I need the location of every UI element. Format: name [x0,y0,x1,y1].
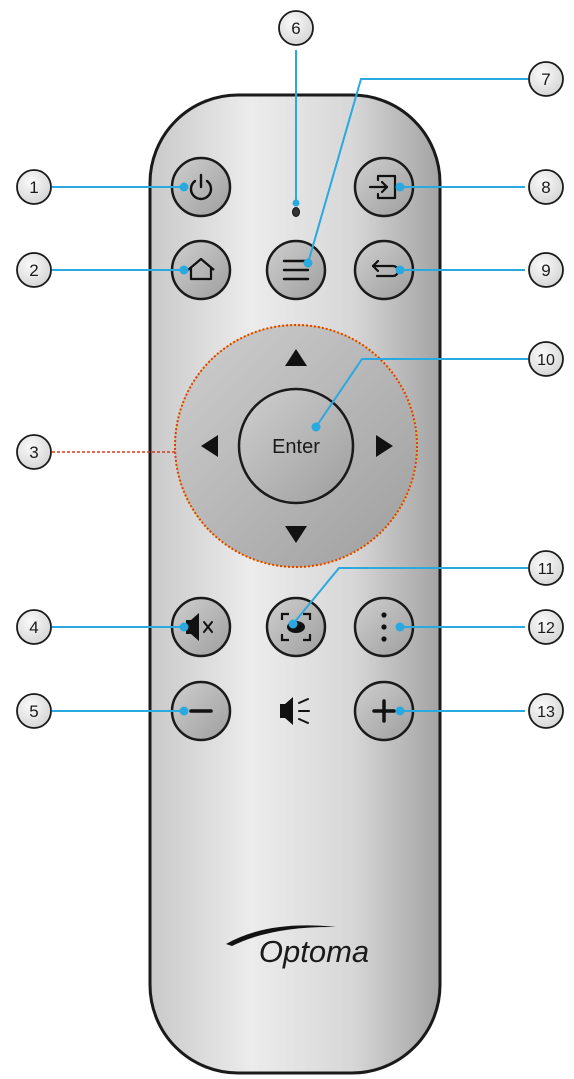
enter-label: Enter [272,436,320,458]
callout-8: 8 [528,169,564,205]
callout-number: 10 [537,352,555,369]
remote-diagram-svg: Enter Optoma 1 2 3 4 5 6 7 8 9 10 11 12 … [16,10,564,1075]
enter-button[interactable]: Enter [237,387,355,505]
callout-number: 12 [537,620,555,637]
callout-number: 2 [29,261,38,280]
callout-number: 9 [541,261,550,280]
callout-number: 11 [538,561,555,578]
callout-3: 3 [16,434,52,470]
callout-number: 7 [541,70,550,89]
menu-button[interactable] [265,239,327,301]
callout-number: 1 [29,178,38,197]
callout-number: 13 [537,704,555,721]
callout-12: 12 [528,609,564,645]
brand-name: Optoma [259,934,369,969]
callout-number: 5 [29,702,38,721]
callout-number: 6 [291,19,300,38]
callout-number: 8 [541,178,550,197]
callout-10: 10 [528,341,564,377]
callout-number: 4 [29,618,38,637]
callout-9: 9 [528,252,564,288]
ir-led-indicator [292,207,300,217]
callout-13: 13 [528,693,564,729]
callout-4: 4 [16,609,52,645]
callout-11: 11 [528,550,564,586]
callout-5: 5 [16,693,52,729]
callout-2: 2 [16,252,52,288]
remote-diagram: Enter Optoma 1 2 3 4 5 6 7 8 9 10 11 12 … [0,0,574,1079]
callout-1: 1 [16,169,52,205]
callout-number: 3 [29,443,38,462]
more-options-icon [381,612,387,642]
callout-6: 6 [278,10,314,46]
callout-7: 7 [528,61,564,97]
